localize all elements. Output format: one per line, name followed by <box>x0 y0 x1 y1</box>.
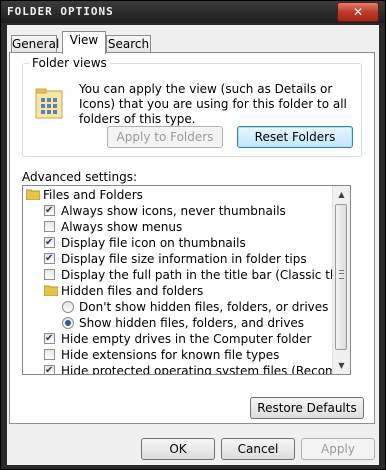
apply-to-folders-button[interactable]: Apply to Folders <box>107 126 223 148</box>
folder-icon <box>44 285 58 296</box>
view-tab-panel: Folder views You can apply the view (suc… <box>9 52 375 424</box>
title-bar[interactable]: Folder Options ✕ <box>1 1 385 23</box>
checkbox[interactable] <box>44 251 55 267</box>
checkbox[interactable] <box>44 349 55 360</box>
tab-general[interactable]: General <box>11 35 59 53</box>
folder-views-title: Folder views <box>29 56 110 70</box>
scroll-up-arrow-icon[interactable]: ▲ <box>333 186 350 203</box>
folder-views-description: You can apply the view (such as Details … <box>79 82 347 126</box>
scrollbar-thumb[interactable] <box>335 204 347 350</box>
folder-grid-icon <box>35 88 63 119</box>
apply-button[interactable]: Apply <box>301 438 375 460</box>
tab-search[interactable]: Search <box>106 35 151 53</box>
vertical-scrollbar[interactable]: ▲ ▼ <box>332 186 350 374</box>
checkbox[interactable] <box>44 235 55 251</box>
checkbox[interactable] <box>44 221 55 232</box>
radio-button[interactable] <box>62 317 74 329</box>
checkbox[interactable] <box>44 363 55 374</box>
folder-icon <box>26 189 40 200</box>
folder-views-group: Folder views You can apply the view (suc… <box>22 56 362 157</box>
tab-view[interactable]: View <box>62 31 106 54</box>
folder-options-window: Folder Options ✕ General View Search Fol… <box>0 0 386 470</box>
checkbox[interactable] <box>44 269 55 280</box>
advanced-settings-list[interactable]: Files and Folders Always show icons, nev… <box>22 185 351 375</box>
reset-folders-button[interactable]: Reset Folders <box>237 126 353 148</box>
cancel-button[interactable]: Cancel <box>221 438 295 460</box>
restore-defaults-button[interactable]: Restore Defaults <box>250 397 364 419</box>
window-title: Folder Options <box>7 5 114 18</box>
checkbox[interactable] <box>44 203 55 219</box>
radio-button[interactable] <box>62 301 74 313</box>
checkbox[interactable] <box>44 331 55 347</box>
grip-icon <box>339 270 344 279</box>
ok-button[interactable]: OK <box>141 438 215 460</box>
dialog-body: General View Search Folder views You can… <box>7 25 379 465</box>
advanced-settings-label: Advanced settings: <box>22 170 137 184</box>
close-icon: ✕ <box>352 5 364 19</box>
scroll-down-arrow-icon[interactable]: ▼ <box>333 357 350 374</box>
close-button[interactable]: ✕ <box>337 2 379 22</box>
